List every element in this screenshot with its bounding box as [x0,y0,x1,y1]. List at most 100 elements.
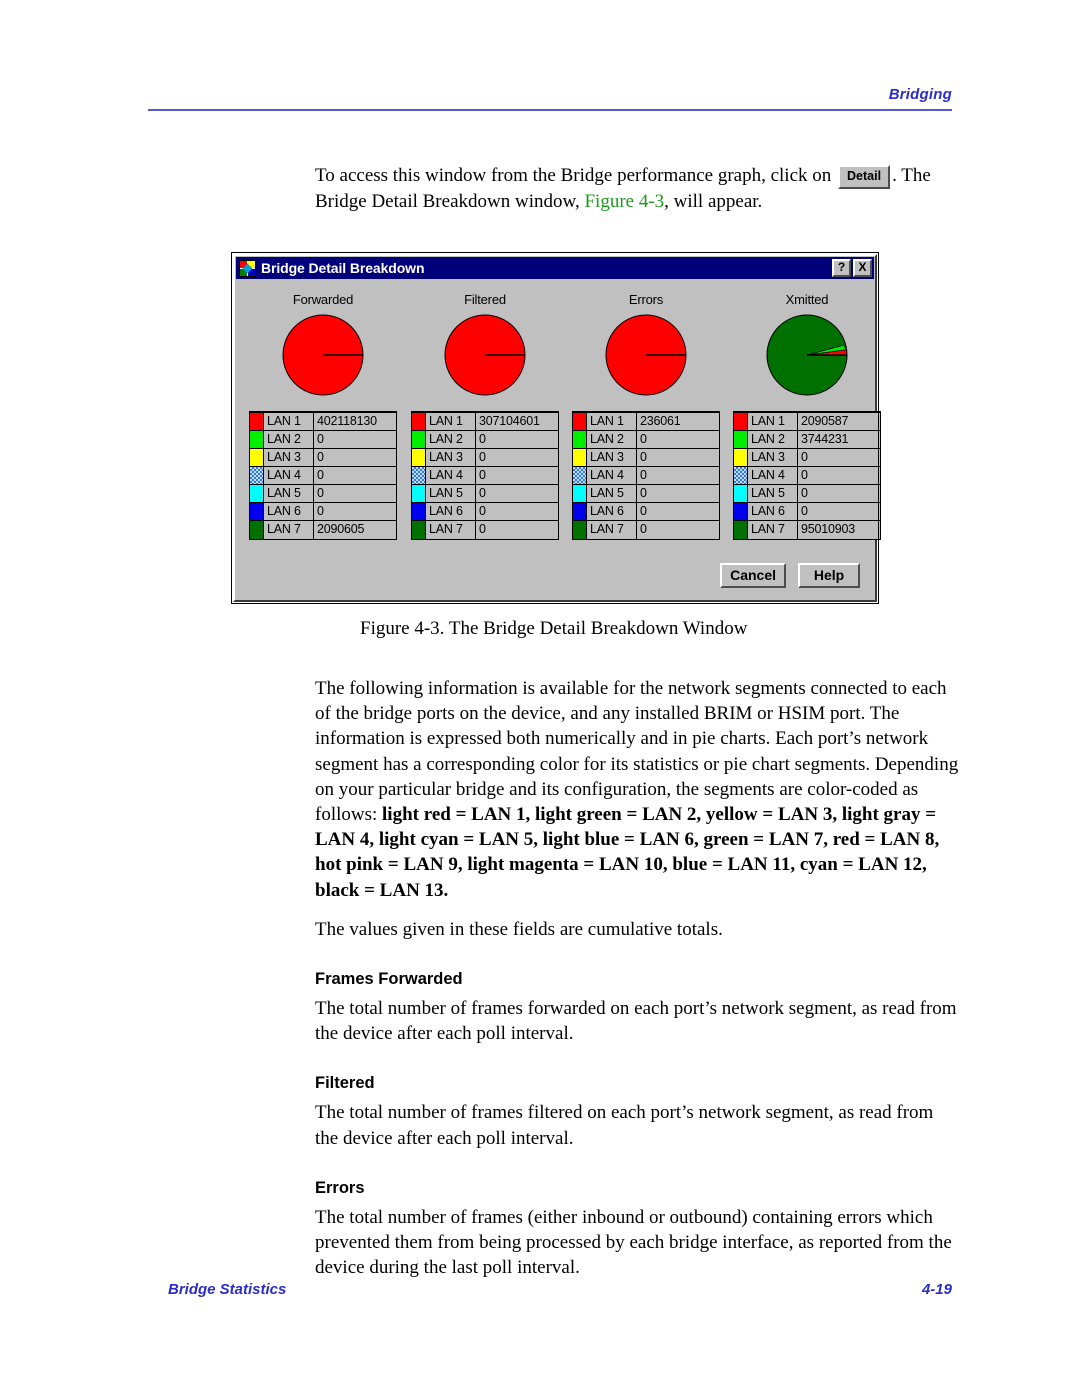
lan-label: LAN 1 [264,413,314,430]
color-swatch-lan1 [734,413,748,430]
lan-label: LAN 2 [587,431,637,448]
lan-value: 2090587 [801,414,849,428]
lan-value: 0 [317,504,324,518]
table-row: LAN 40 [412,467,558,485]
color-swatch-lan7 [734,521,748,539]
column-title: Xmitted [785,292,829,307]
column-title: Errors [628,292,664,307]
color-swatch-lan5 [412,485,426,502]
lan-label: LAN 4 [264,467,314,484]
table-row: LAN 70 [412,521,558,539]
lan-label: LAN 3 [748,449,798,466]
table-row: LAN 50 [573,485,719,503]
color-swatch-lan2 [573,431,587,448]
cancel-button[interactable]: Cancel [720,563,786,588]
body-paragraph-filtered: The total number of frames filtered on e… [315,1102,934,1149]
dialog-titlebar[interactable]: Bridge Detail Breakdown ? X [236,257,874,279]
body-paragraph-frames-forwarded: The total number of frames forwarded on … [315,998,957,1045]
column-title: Filtered [464,292,506,307]
color-swatch-lan1 [573,413,587,430]
lan-value: 0 [317,486,324,500]
lan-value: 95010903 [801,522,856,536]
lan-value: 0 [317,450,324,464]
table-row: LAN 1 2090587 [734,413,880,431]
pie-chart-filtered [411,313,559,397]
lan-label: LAN 2 [426,431,476,448]
lan-label: LAN 5 [587,485,637,502]
table-row: LAN 30 [412,449,558,467]
dialog-button-row: Cancel Help [720,563,860,588]
color-swatch-lan1 [412,413,426,430]
lan-value: 0 [479,522,486,536]
pie-chart-forwarded [249,313,397,397]
help-icon[interactable]: ? [832,259,851,277]
lan-label: LAN 1 [587,413,637,430]
color-swatch-lan4 [734,467,748,484]
lan-value: 0 [479,468,486,482]
table-row: LAN 20 [412,431,558,449]
bridge-detail-breakdown-dialog[interactable]: Bridge Detail Breakdown ? X Forwarded LA… [233,254,881,602]
body-paragraph-errors: The total number of frames (either inbou… [315,1206,952,1279]
color-swatch-lan6 [573,503,587,520]
lan-label: LAN 1 [748,413,798,430]
lan-label: LAN 3 [426,449,476,466]
stats-column-filtered: Filtered LAN 1 307104601 LAN 20 LAN 30 LA… [411,292,559,540]
lan-value: 0 [640,504,647,518]
lan-value: 0 [801,450,808,464]
lan-value: 307104601 [479,414,540,428]
lan-label: LAN 4 [748,467,798,484]
color-swatch-lan6 [250,503,264,520]
lan-label: LAN 6 [587,503,637,520]
header-rule [148,109,952,111]
lan-value: 236061 [640,414,681,428]
lan-value: 0 [479,486,486,500]
lan-label: LAN 2 [264,431,314,448]
lan-label: LAN 1 [426,413,476,430]
table-row: LAN 1 236061 [573,413,719,431]
color-swatch-lan7 [573,521,587,539]
figure-cross-reference-link[interactable]: Figure 4-3 [584,191,664,212]
lan-value: 0 [640,450,647,464]
table-row: LAN 50 [250,485,396,503]
color-swatch-lan3 [412,449,426,466]
lan-value: 0 [479,432,486,446]
help-button[interactable]: Help [798,563,860,588]
table-row: LAN 30 [250,449,396,467]
dialog-title: Bridge Detail Breakdown [261,260,425,276]
pie-svg [282,314,364,396]
pie-chart-xmitted [733,313,881,397]
lan-value: 0 [801,504,808,518]
color-swatch-lan5 [573,485,587,502]
table-row: LAN 2 3744231 [734,431,880,449]
detail-button[interactable]: Detail [838,165,891,189]
intro-line1-before: To access this window from the Bridge pe… [315,165,832,186]
header-section-title: Bridging [888,86,952,103]
color-swatch-lan2 [734,431,748,448]
close-icon[interactable]: X [853,259,872,277]
intro-line1-after: . The [892,165,931,186]
table-row: LAN 60 [573,503,719,521]
lan-value: 402118130 [317,414,377,428]
column-title: Forwarded [292,292,354,307]
lan-label: LAN 5 [748,485,798,502]
table-row: LAN 40 [734,467,880,485]
table-row: LAN 60 [250,503,396,521]
legend-table: LAN 1 307104601 LAN 20 LAN 30 LAN 40 LAN … [411,411,559,540]
lan-value: 0 [317,432,324,446]
table-row: LAN 30 [734,449,880,467]
lan-value: 0 [801,468,808,482]
stats-column-errors: Errors LAN 1 236061 LAN 20 LAN 30 LAN 40 … [572,292,720,540]
stats-column-xmitted: Xmitted LAN 1 2090587 LAN 2 3744231 LAN 30… [733,292,881,540]
figure-caption: Figure 4-3. The Bridge Detail Breakdown … [360,618,748,639]
lan-label: LAN 3 [587,449,637,466]
body-paragraph-cumulative: The values given in these fields are cum… [315,918,723,940]
lan-label: LAN 7 [264,521,314,539]
pie-chart-errors [572,313,720,397]
table-row: LAN 30 [573,449,719,467]
color-swatch-lan5 [734,485,748,502]
lan-label: LAN 7 [587,521,637,539]
color-swatch-lan5 [250,485,264,502]
color-swatch-lan3 [734,449,748,466]
color-swatch-lan2 [250,431,264,448]
overview-text: The following information is available f… [315,678,959,826]
